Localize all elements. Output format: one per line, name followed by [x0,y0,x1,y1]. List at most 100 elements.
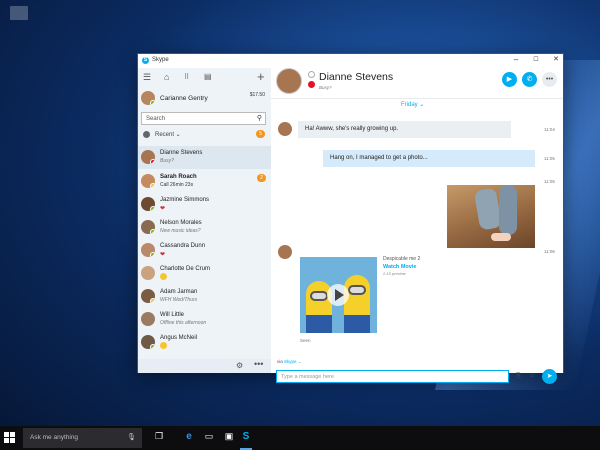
sender-avatar [278,122,292,136]
message-timestamp: 11:05 [544,179,555,184]
desktop-icon[interactable] [10,6,28,20]
minimize-button[interactable]: – [509,55,523,64]
contact-name: Adam Jarman [160,289,198,295]
smiley-emoticon [160,273,167,280]
sidebar-footer: ⚙ ••• [138,359,271,373]
avatar [141,220,155,234]
play-icon[interactable] [327,284,349,306]
dialpad-icon[interactable]: ⠿ [184,73,189,81]
my-name: Carianne Gentry [160,95,208,102]
message-input-placeholder: Type a message here [281,374,334,380]
contact-charlotte-de-crum[interactable]: Charlotte De Crum [138,262,271,285]
my-profile-row[interactable]: Carianne Gentry $17.50 [141,90,269,108]
conversation-contact-status: Busy? [319,85,332,90]
window-title: Skype [152,57,169,63]
home-icon[interactable]: ⌂ [164,72,169,82]
send-button[interactable]: ➤ [542,369,557,384]
media-subtitle: 2:15 preview [383,271,406,276]
contact-jazmine-simmons[interactable]: Jazmine Simmons ❤ [138,193,271,216]
more-button[interactable]: ••• [542,72,557,87]
contact-dianne-stevens[interactable]: Dianne Stevens Busy? [138,146,271,169]
heart-emoticon: ❤ [160,206,166,212]
minion-figure [344,275,370,333]
gear-icon[interactable]: ⚙ [236,361,243,370]
contact-status-text: Call 26min 23s [160,182,194,188]
store-icon[interactable]: ▣ [222,431,236,442]
menu-icon[interactable]: ☰ [143,72,151,83]
skype-window: S Skype – ☐ ✕ ☰ ⌂ ⠿ ▤ + Carianne Gentry … [137,53,564,384]
skype-taskbar-icon[interactable]: S [239,431,253,442]
avatar [141,289,155,303]
unread-badge: 2 [257,174,266,182]
via-service-link[interactable]: Skype ⌄ [284,359,302,364]
seen-indicator: Seen [300,338,311,343]
avatar [141,243,155,257]
search-icon[interactable]: ⚲ [257,114,262,122]
contact-status-text: Busy? [160,158,174,164]
header-divider [271,98,563,99]
contact-nelson-morales[interactable]: Nelson Morales New music ideas? [138,216,271,239]
contact-avatar[interactable] [276,68,302,94]
shared-photo[interactable] [447,185,535,248]
message-text: Hang on, I managed to get a photo... [330,155,428,161]
via-selector[interactable]: via Skype ⌄ [277,359,302,365]
recent-filter[interactable]: Recent ⌄ 5 [143,130,268,142]
emoticon-icon[interactable]: ☺ [528,372,537,381]
new-chat-plus-icon[interactable]: + [257,69,265,84]
close-button[interactable]: ✕ [549,55,563,63]
contact-will-little[interactable]: Will Little Offline this afternoon [138,308,271,331]
contact-name: Cassandra Dunn [160,243,206,249]
contact-angus-mcneil[interactable]: Angus McNeil [138,331,271,354]
file-explorer-icon[interactable]: ▭ [202,431,216,442]
message-input[interactable]: Type a message here [276,370,509,383]
search-placeholder: Search [146,116,166,122]
contact-name: Angus McNeil [160,335,198,341]
conversation-contact-name[interactable]: Dianne Stevens [319,71,393,83]
message-timestamp: 11:06 [544,249,555,254]
task-view-icon[interactable]: ❐ [152,431,166,442]
clock-icon [143,131,150,138]
contact-sarah-roach[interactable]: Sarah Roach Call 26min 23s 2 [138,170,271,193]
search-input[interactable]: Search ⚲ [141,112,266,125]
microphone-icon[interactable]: 🎙 [127,433,136,441]
sender-avatar [278,245,292,259]
contact-cassandra-dunn[interactable]: Cassandra Dunn ❤ [138,239,271,262]
conversation-header: Dianne Stevens Busy? ▶ ✆ ••• [271,68,563,100]
taskbar-search-input[interactable]: Ask me anything 🎙 [23,428,142,448]
video-thumbnail[interactable] [300,257,377,333]
skype-logo-icon: S [142,57,149,64]
maximize-button[interactable]: ☐ [529,56,543,63]
taskbar: Ask me anything 🎙 ❐ e ▭ ▣ S [0,426,600,450]
photo-subject [491,233,511,241]
watch-movie-link[interactable]: Watch Movie [383,264,416,270]
windows-start-icon[interactable] [4,432,16,444]
smiley-emoticon [160,342,167,349]
photo-subject [499,185,517,235]
contact-name: Charlotte De Crum [160,266,211,272]
avatar [141,91,155,105]
video-call-button[interactable]: ▶ [502,72,517,87]
avatar [141,266,155,280]
via-prefix: via [277,359,285,364]
message-text: Ha! Awww, she's really growing up. [305,126,399,132]
contact-status-text: New music ideas? [160,228,201,234]
edge-browser-icon[interactable]: e [182,431,196,442]
contact-name: Nelson Morales [160,220,202,226]
contacts-book-icon[interactable]: ▤ [204,72,212,81]
date-separator[interactable]: Friday ⌄ [401,101,424,108]
contact-status-text: WFH Wed/Thurs [160,297,198,303]
contact-name: Will Little [160,312,185,318]
more-options-icon[interactable]: ••• [254,359,263,369]
taskbar-search-placeholder: Ask me anything [30,434,79,441]
sidebar: ☰ ⌂ ⠿ ▤ + Carianne Gentry $17.50 Search … [138,68,271,373]
attach-file-icon[interactable]: ⎘ [514,372,523,381]
unread-badge: 5 [256,130,265,138]
avatar [141,312,155,326]
recent-label: Recent ⌄ [155,132,181,138]
presence-ring-icon [308,71,315,78]
avatar [141,174,155,188]
busy-status-icon [308,81,315,88]
contact-adam-jarman[interactable]: Adam Jarman WFH Wed/Thurs [138,285,271,308]
audio-call-button[interactable]: ✆ [522,72,537,87]
media-title: Despicable me 2 [383,256,421,262]
